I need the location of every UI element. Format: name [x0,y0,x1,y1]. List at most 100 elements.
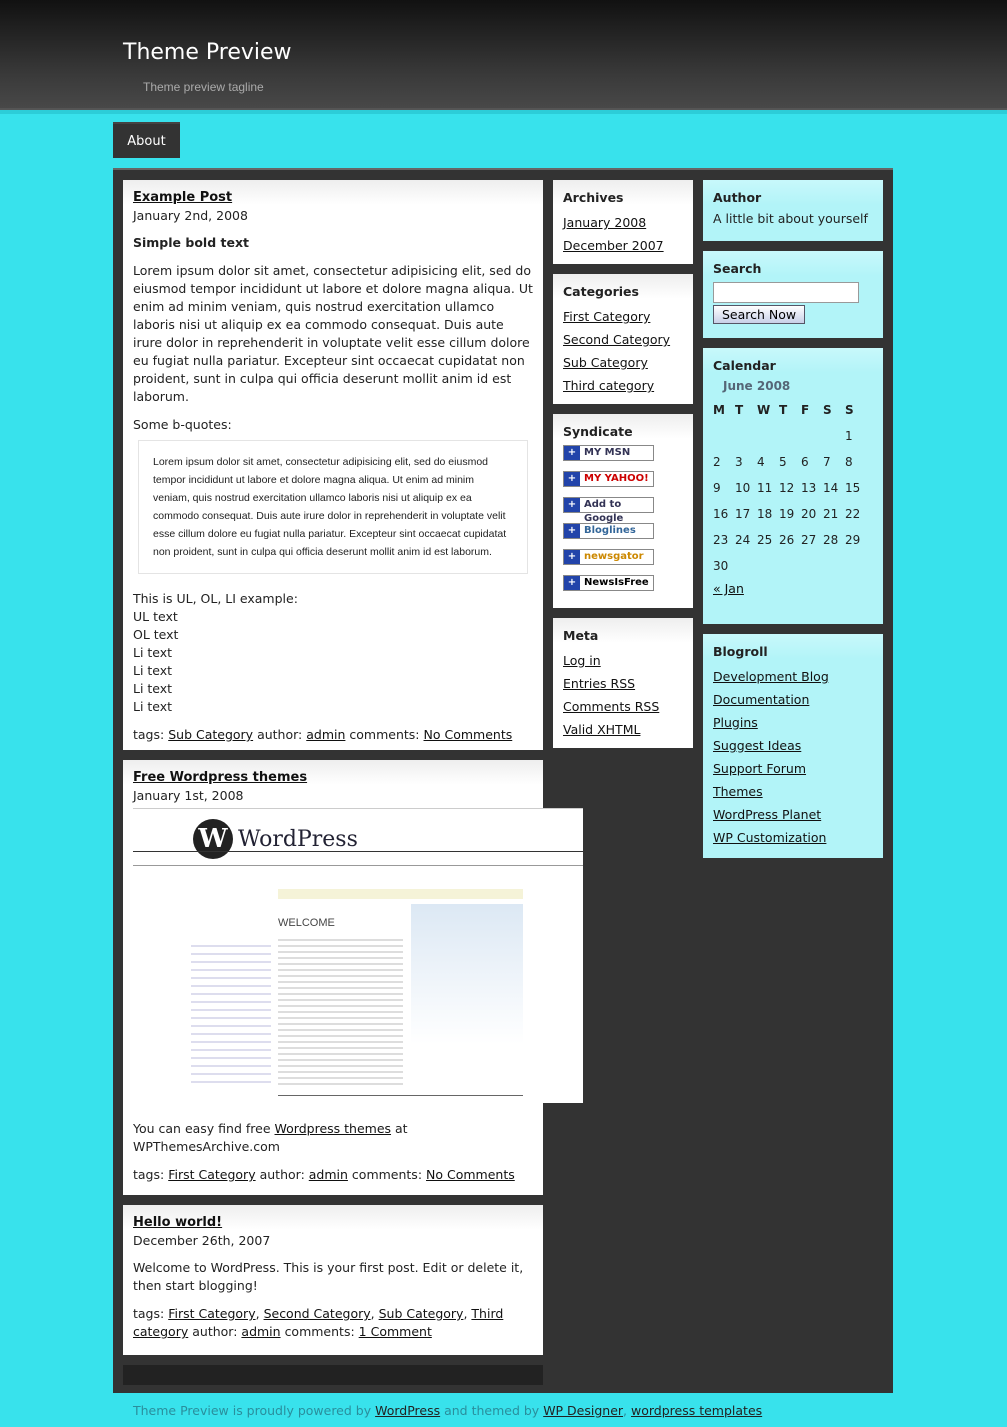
post-free-themes: Free Wordpress themes January 1st, 2008 … [123,760,583,1195]
widget-author: Author A little bit about yourself [703,180,883,241]
search-input[interactable] [713,282,859,303]
calendar-day: 9 [713,481,721,495]
screenshot-heading: WELCOME [278,917,335,929]
calendar-day [779,423,801,449]
bold-text: Simple bold text [133,235,249,250]
post-paragraph: Welcome to WordPress. This is your first… [133,1260,524,1293]
calendar-day: 6 [801,455,809,469]
list-item: Li text [133,681,173,696]
comments-rss-link[interactable]: Comments RSS [563,699,659,714]
widget-blogroll: Blogroll Development Blog Documentation Pl… [703,634,883,858]
feed-newsisfree-button[interactable]: NewsIsFree [563,575,654,591]
calendar-week: 9 10 11 12 13 14 15 [713,475,867,501]
wordpress-templates-link[interactable]: wordpress templates [631,1403,762,1418]
feed-google-button[interactable]: Add to Google [563,497,654,524]
calendar-day: 12 [779,481,795,495]
widget-calendar: Calendar June 2008 MTWTFSS 1 2 3 4 5 6 7 8 9 10 11… [703,348,883,624]
blogroll-link[interactable]: Support Forum [713,761,806,776]
calendar-day: 22 [845,507,861,521]
search-button[interactable]: Search Now [713,305,806,324]
wordpress-screenshot-image: W WordPress WELCOME [133,808,583,1103]
post-meta: tags: First Category, Second Category, S… [133,1306,504,1339]
list-item: Li text [133,663,173,678]
bquote-intro: Some b-quotes: [133,417,232,432]
blogroll-link[interactable]: Development Blog [713,669,829,684]
tag-link[interactable]: First Category [168,1167,255,1182]
calendar-day: 24 [735,533,751,547]
calendar-day [735,553,757,579]
calendar-day [735,423,757,449]
tag-link[interactable]: First Category [168,1306,255,1321]
post-title[interactable]: Hello world! [133,1215,222,1230]
calendar-day [845,553,867,579]
post-meta: tags: Sub Category author: admin comment… [133,727,513,742]
header-stripe [0,110,1007,114]
calendar-day: 25 [757,533,773,547]
blogroll-link[interactable]: Documentation [713,692,809,707]
archive-link[interactable]: January 2008 [563,215,646,230]
header: Theme Preview Theme preview tagline [0,0,1007,110]
widget-archives: Archives January 2008 December 2007 [553,180,693,264]
post-title[interactable]: Example Post [133,190,232,205]
post-meta: tags: First Category author: admin comme… [133,1167,515,1182]
category-link[interactable]: Second Category [563,332,670,347]
calendar-caption: June 2008 [723,379,791,393]
calendar-prev-link[interactable]: « Jan [713,581,873,596]
calendar-day: 18 [757,507,773,521]
post-date: January 1st, 2008 [133,788,244,803]
archive-link[interactable]: December 2007 [563,238,664,253]
blogroll-link[interactable]: WP Customization [713,830,826,845]
site-title[interactable]: Theme Preview [123,40,292,65]
calendar-day-header: M [713,403,725,417]
author-link[interactable]: admin [306,727,345,742]
calendar-day: 23 [713,533,729,547]
feed-bloglines-button[interactable]: Bloglines [563,523,654,539]
tag-link[interactable]: Sub Category [379,1306,464,1321]
wordpress-link[interactable]: WordPress [375,1403,440,1418]
calendar-week: 23 24 25 26 27 28 29 [713,527,867,553]
calendar-week: 16 17 18 19 20 21 22 [713,501,867,527]
calendar-day: 16 [713,507,729,521]
calendar-day: 29 [845,533,861,547]
calendar-day [713,423,735,449]
blogroll-link[interactable]: Plugins [713,715,758,730]
calendar-day: 3 [735,455,743,469]
login-link[interactable]: Log in [563,653,601,668]
nav-about[interactable]: About [113,122,180,158]
calendar-day: 4 [757,455,765,469]
category-link[interactable]: First Category [563,309,650,324]
tag-link[interactable]: Sub Category [168,727,253,742]
wordpress-themes-link[interactable]: Wordpress themes [275,1121,392,1136]
blogroll-link[interactable]: WordPress Planet [713,807,821,822]
calendar-day: 8 [845,455,853,469]
calendar-day [801,423,823,449]
widget-meta: Meta Log in Entries RSS Comments RSS Val… [553,618,693,748]
calendar-day: 11 [757,481,773,495]
list-item: OL text [133,627,179,642]
post-paragraph: Lorem ipsum dolor sit amet, consectetur … [133,263,533,404]
blogroll-link[interactable]: Themes [713,784,763,799]
post-title[interactable]: Free Wordpress themes [133,770,307,785]
blockquote: Lorem ipsum dolor sit amet, consectetur … [138,440,528,574]
calendar-day-header: T [735,403,744,417]
calendar-week: 1 [713,423,867,449]
calendar-day: 30 [713,559,729,573]
category-link[interactable]: Third category [563,378,654,393]
category-link[interactable]: Sub Category [563,355,648,370]
feed-msn-button[interactable]: MY MSN [563,445,654,461]
author-link[interactable]: admin [309,1167,348,1182]
feed-newsgator-button[interactable]: newsgator [563,549,654,565]
feed-yahoo-button[interactable]: MY YAHOO! [563,471,654,487]
wp-designer-link[interactable]: WP Designer [543,1403,623,1418]
comments-link[interactable]: No Comments [426,1167,515,1182]
tag-link[interactable]: Second Category [264,1306,371,1321]
valid-xhtml-link[interactable]: Valid XHTML [563,722,640,737]
comments-link[interactable]: 1 Comment [359,1324,432,1339]
entries-rss-link[interactable]: Entries RSS [563,676,635,691]
author-link[interactable]: admin [241,1324,280,1339]
calendar-day-header: T [779,403,788,417]
calendar-day [757,423,779,449]
widget-categories: Categories First Category Second Categor… [553,274,693,404]
comments-link[interactable]: No Comments [424,727,513,742]
blogroll-link[interactable]: Suggest Ideas [713,738,801,753]
